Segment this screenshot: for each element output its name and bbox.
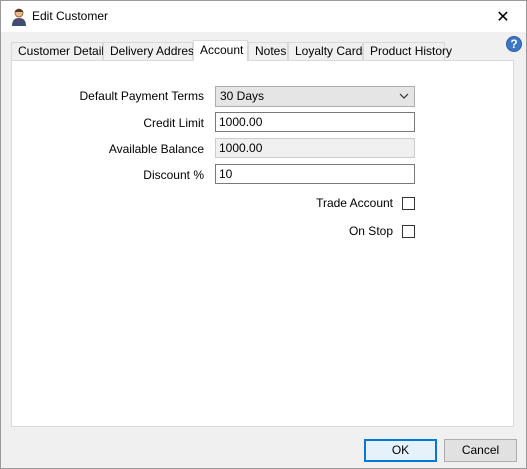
cancel-button[interactable]: Cancel [444,439,517,462]
tab-customer-details[interactable]: Customer Details [11,42,110,60]
tab-loyalty-cards[interactable]: Loyalty Cards [288,42,368,60]
title-bar[interactable]: Edit Customer ✕ [1,1,526,32]
discount-field[interactable]: 10 [215,164,415,184]
available-balance-label: Available Balance [108,142,204,156]
chevron-down-icon [399,93,409,99]
on-stop-checkbox[interactable] [402,225,415,238]
customer-icon [12,8,26,26]
edit-customer-dialog: Edit Customer ✕ ? Customer Details Deliv… [0,0,527,469]
credit-limit-label: Credit Limit [143,116,204,130]
credit-limit-field[interactable]: 1000.00 [215,112,415,132]
window-title: Edit Customer [32,9,109,23]
ok-button[interactable]: OK [364,439,437,462]
tab-delivery-address[interactable]: Delivery Address [103,42,200,60]
on-stop-label: On Stop [348,224,393,238]
available-balance-field: 1000.00 [215,138,415,158]
tab-account[interactable]: Account [193,40,248,61]
help-icon[interactable]: ? [506,36,522,52]
trade-account-checkbox[interactable] [402,197,415,210]
trade-account-label: Trade Account [316,196,393,210]
tab-notes[interactable]: Notes [248,42,288,60]
payment-terms-label: Default Payment Terms [79,89,205,103]
payment-terms-dropdown[interactable]: 30 Days [215,86,415,107]
payment-terms-value: 30 Days [220,89,265,103]
tab-product-history[interactable]: Product History [363,42,452,60]
discount-label: Discount % [143,168,204,182]
close-icon: ✕ [496,8,510,26]
close-button[interactable]: ✕ [480,1,526,32]
